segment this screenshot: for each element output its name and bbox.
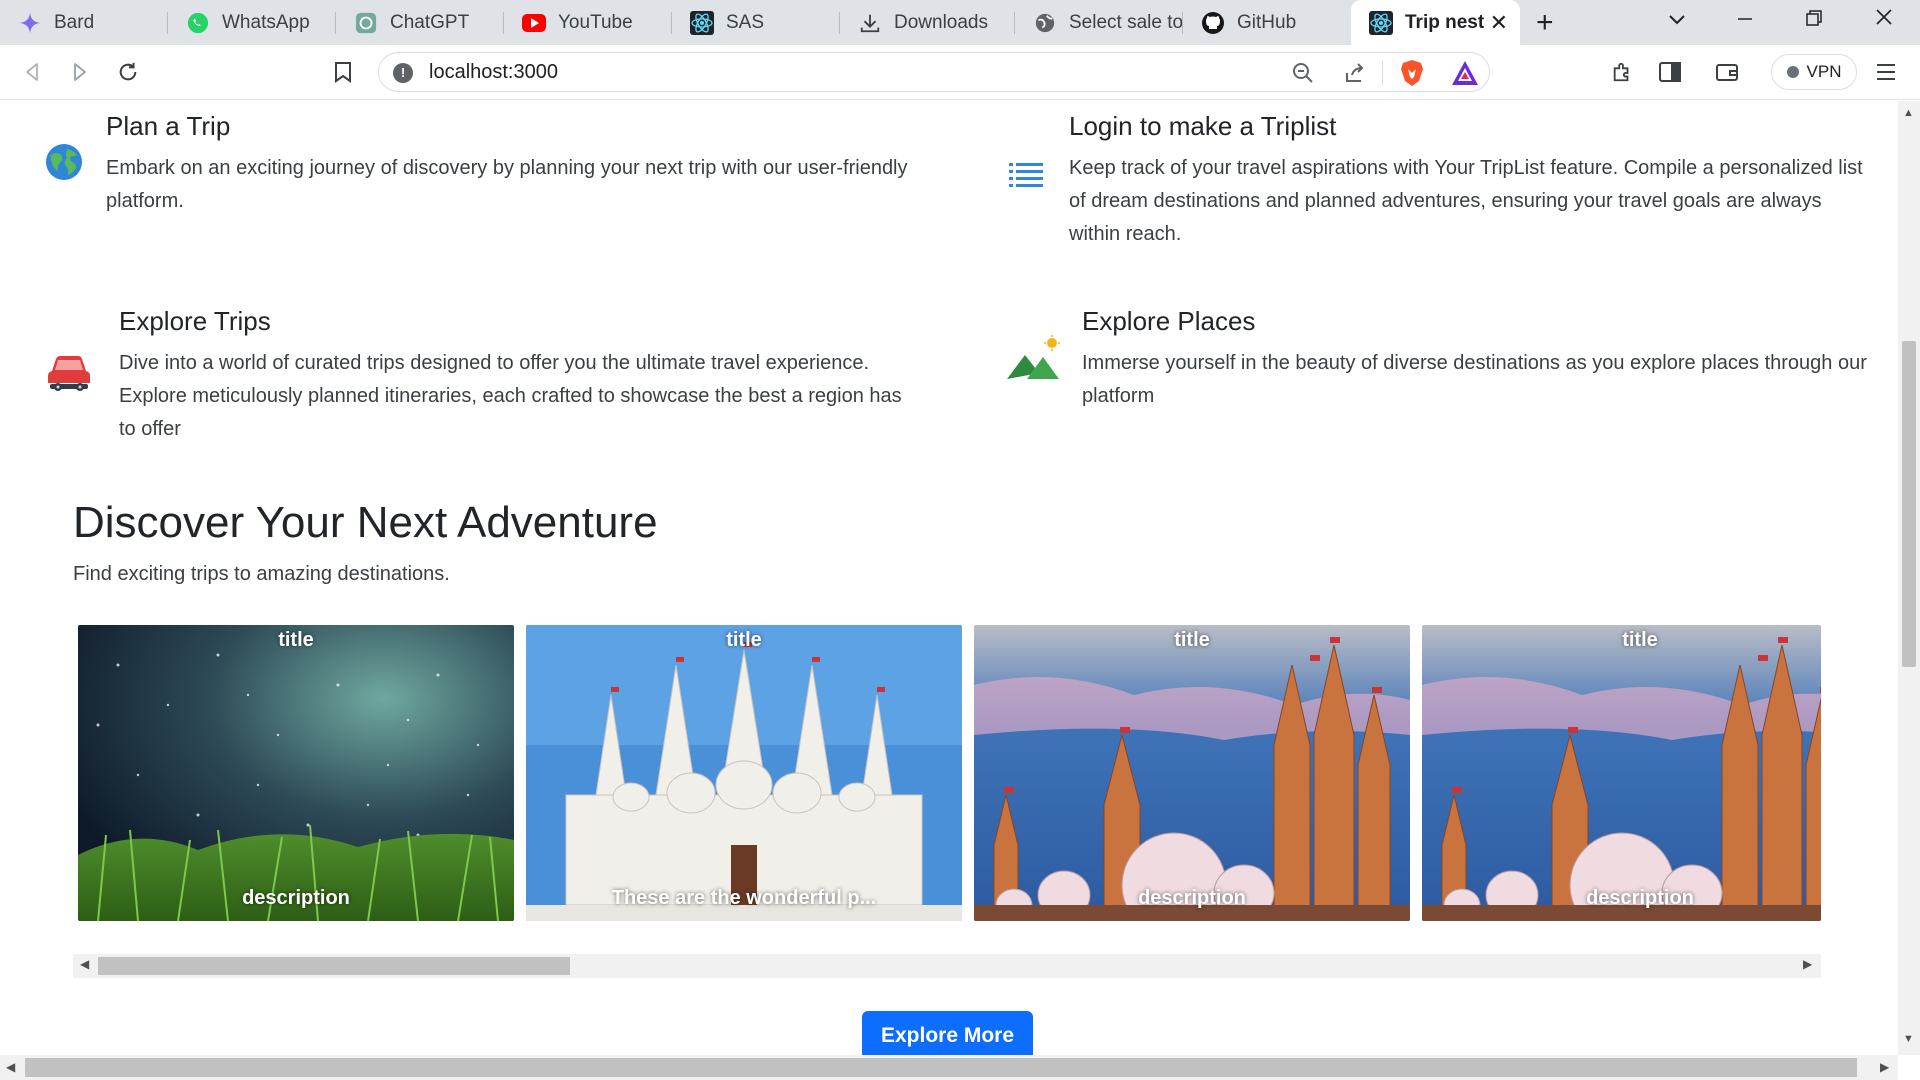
menu-icon[interactable] xyxy=(1869,55,1903,89)
tab-trip-nest[interactable]: Trip nest ✕ xyxy=(1351,0,1520,45)
tab-search-chevron-icon[interactable] xyxy=(1668,6,1686,32)
trip-card[interactable]: title description xyxy=(78,625,514,921)
globe-icon xyxy=(1033,11,1057,35)
tab-bard[interactable]: Bard xyxy=(0,0,168,45)
reload-button[interactable] xyxy=(111,55,145,89)
tab-select-sale[interactable]: Select sale to xyxy=(1015,0,1183,45)
close-tab-icon[interactable]: ✕ xyxy=(1490,10,1508,36)
trip-card-description: description xyxy=(242,887,350,909)
youtube-icon xyxy=(522,11,546,35)
feature-explore-places: Explore Places Immerse yourself in the b… xyxy=(1082,306,1872,413)
tab-chatgpt[interactable]: ChatGPT xyxy=(336,0,504,45)
sidebar-icon[interactable] xyxy=(1653,55,1687,89)
trip-card-image xyxy=(78,625,514,921)
feature-description: Dive into a world of curated trips desig… xyxy=(119,352,902,440)
feature-explore-trips: Explore Trips Dive into a world of curat… xyxy=(119,306,919,446)
feature-description: Immerse yourself in the beauty of divers… xyxy=(1082,352,1867,407)
horizontal-scrollbar-thumb[interactable] xyxy=(25,1058,1857,1077)
restore-button[interactable] xyxy=(1806,6,1822,32)
feature-description: Keep track of your travel aspirations wi… xyxy=(1069,157,1863,245)
carousel-scrollbar[interactable]: ◀ ▶ xyxy=(73,954,1821,978)
scroll-right-arrow-icon[interactable]: ▶ xyxy=(1803,957,1812,971)
wallet-icon[interactable] xyxy=(1710,55,1744,89)
trip-card-title: title xyxy=(726,629,762,651)
react-icon xyxy=(1369,10,1393,35)
feature-title: Explore Trips xyxy=(119,306,271,336)
tab-downloads[interactable]: Downloads xyxy=(840,0,1015,45)
trip-card[interactable]: title These are the wonderful p... xyxy=(526,625,962,921)
browser-toolbar: ! localhost:3000 VPN xyxy=(0,45,1920,100)
omnibox-divider xyxy=(1382,61,1383,85)
scroll-left-arrow-icon[interactable]: ◀ xyxy=(80,957,89,971)
trip-carousel[interactable]: title description title These are the wo… xyxy=(73,621,1821,924)
feature-title: Explore Places xyxy=(1082,306,1256,336)
share-icon[interactable] xyxy=(1343,61,1367,90)
react-icon xyxy=(690,10,714,35)
tab-sas[interactable]: SAS xyxy=(672,0,840,45)
carousel-scrollbar-thumb[interactable] xyxy=(98,957,570,975)
trip-card-description: description xyxy=(1586,887,1694,909)
trip-card-description: These are the wonderful p... xyxy=(611,887,877,909)
github-icon xyxy=(1201,11,1225,35)
vpn-status-icon xyxy=(1786,66,1799,78)
whatsapp-icon xyxy=(186,11,210,35)
trip-card[interactable]: title description xyxy=(1422,625,1821,921)
feature-plan-trip: Plan a Trip Embark on an exciting journe… xyxy=(106,111,936,218)
feature-description: Embark on an exciting journey of discove… xyxy=(106,157,908,212)
page-vertical-scrollbar[interactable]: ▲ ▼ xyxy=(1898,101,1920,1055)
trip-card-description: description xyxy=(1138,887,1246,909)
feature-triplist: Login to make a Triplist Keep track of y… xyxy=(1069,111,1869,251)
chatgpt-icon xyxy=(354,11,378,35)
feature-title: Plan a Trip xyxy=(106,111,231,141)
forward-button[interactable] xyxy=(63,55,97,89)
site-info-icon[interactable]: ! xyxy=(393,63,413,83)
globe-icon xyxy=(45,143,83,186)
vertical-scrollbar-thumb[interactable] xyxy=(1902,341,1916,667)
page-scroll-left-icon[interactable]: ◀ xyxy=(6,1060,15,1074)
page-horizontal-scrollbar[interactable]: ◀ ▶ xyxy=(0,1055,1898,1080)
bookmark-icon[interactable] xyxy=(326,55,360,89)
feature-title: Login to make a Triplist xyxy=(1069,111,1337,141)
explore-more-button[interactable]: Explore More xyxy=(862,1011,1033,1055)
tab-github[interactable]: GitHub xyxy=(1183,0,1351,45)
trip-card-image xyxy=(526,625,962,921)
new-tab-button[interactable]: + xyxy=(1536,6,1554,40)
page-content: Plan a Trip Embark on an exciting journe… xyxy=(0,101,1898,1055)
trip-card-image xyxy=(1422,625,1821,921)
url-text: localhost:3000 xyxy=(429,61,558,83)
bard-icon xyxy=(18,11,42,35)
brave-rewards-icon[interactable] xyxy=(1451,60,1479,91)
vpn-button[interactable]: VPN xyxy=(1771,54,1857,90)
tab-strip: Bard WhatsApp ChatGPT YouTube SAS Downlo… xyxy=(0,0,1920,45)
address-bar[interactable]: ! localhost:3000 xyxy=(378,52,1490,92)
trip-card-title: title xyxy=(1174,629,1210,651)
scroll-down-arrow-icon[interactable]: ▼ xyxy=(1903,1033,1914,1045)
list-icon xyxy=(1009,161,1043,198)
mountain-icon xyxy=(1005,335,1061,386)
discover-title: Discover Your Next Adventure xyxy=(73,498,658,547)
trip-card-title: title xyxy=(1622,629,1658,651)
trip-card-title: title xyxy=(278,629,314,651)
brave-shields-icon[interactable] xyxy=(1399,59,1425,92)
zoom-icon[interactable] xyxy=(1291,61,1315,90)
car-icon xyxy=(46,349,92,400)
trip-card-image xyxy=(974,625,1410,921)
tab-whatsapp[interactable]: WhatsApp xyxy=(168,0,336,45)
download-icon xyxy=(858,11,882,35)
tab-youtube[interactable]: YouTube xyxy=(504,0,672,45)
discover-subtitle: Find exciting trips to amazing destinati… xyxy=(73,563,450,585)
close-window-button[interactable] xyxy=(1875,6,1893,32)
extensions-icon[interactable] xyxy=(1605,55,1639,89)
trip-card[interactable]: title description xyxy=(974,625,1410,921)
back-button[interactable] xyxy=(15,55,49,89)
scroll-up-arrow-icon[interactable]: ▲ xyxy=(1903,107,1914,119)
page-scroll-right-icon[interactable]: ▶ xyxy=(1880,1060,1889,1074)
minimize-button[interactable] xyxy=(1737,6,1753,32)
